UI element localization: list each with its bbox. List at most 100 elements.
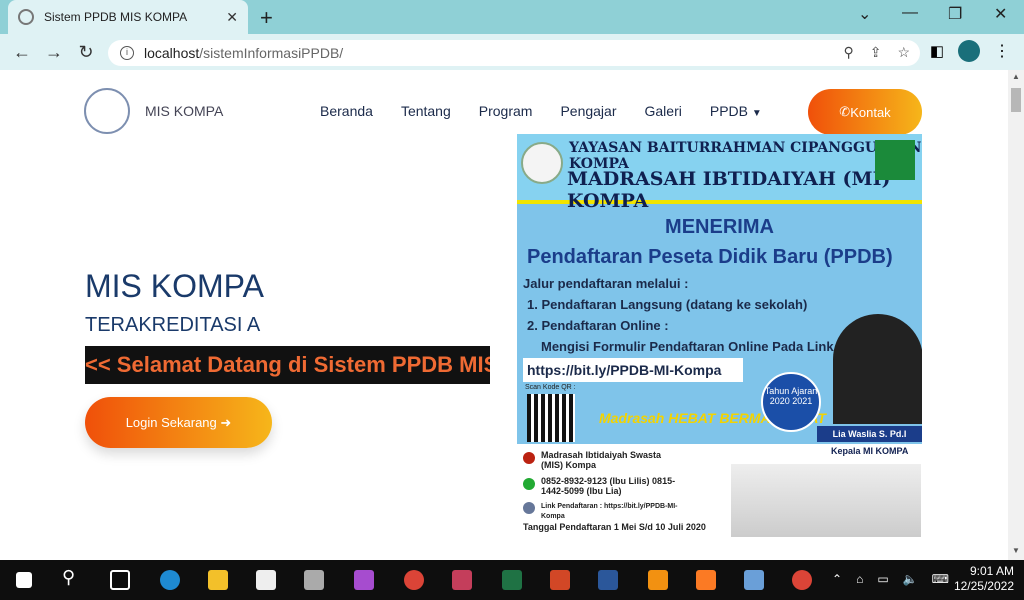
poster-opt2: 2. Pendaftaran Online : <box>527 318 669 333</box>
poster-scan: Scan Kode QR : <box>525 384 576 391</box>
excel-icon[interactable] <box>502 570 522 590</box>
poster-phone: 0852-8932-9123 (Ibu Lilis) 0815-1442-509… <box>541 476 676 496</box>
tray-chevron-icon[interactable]: ⌃ <box>832 572 842 586</box>
yayasan-logo-icon <box>521 142 563 184</box>
windows-taskbar: ⚲ ⌃ ⌂ ▭ 🔈 ⌨ 9:01 AM 12/25/2022 <box>0 560 1024 600</box>
poster-kepala: Kepala MI KOMPA <box>831 446 909 456</box>
tab-title: Sistem PPDB MIS KOMPA <box>44 10 188 24</box>
nav-item-ppdb-label: PPDB <box>709 103 748 119</box>
caret-down-icon: ▼ <box>751 108 762 119</box>
system-tray: ⌃ ⌂ ▭ 🔈 ⌨ <box>832 572 949 586</box>
url-path: /sistemInformasiPPDB/ <box>199 45 344 61</box>
battery-icon[interactable]: ▭ <box>877 572 888 586</box>
chrome-icon[interactable] <box>404 570 424 590</box>
phone-icon: ✆ <box>839 104 851 119</box>
kemenag-logo-icon <box>875 140 915 180</box>
location-icon <box>523 452 535 464</box>
contact-button[interactable]: ✆ Kontak <box>808 89 922 135</box>
ppdb-poster: YAYASAN BAITURRAHMAN CIPANGGULAAN KOMPA … <box>517 134 922 537</box>
poster-menerima: MENERIMA <box>665 216 774 238</box>
nav-item-ppdb[interactable]: PPDB ▼ <box>710 103 762 119</box>
word-icon[interactable] <box>598 570 618 590</box>
access-icon[interactable] <box>452 570 472 590</box>
poster-link-label: Link Pendaftaran : https://bit.ly/PPDB-M… <box>541 503 678 520</box>
forward-icon[interactable]: → <box>38 42 70 63</box>
clock-time: 9:01 AM <box>969 564 1014 578</box>
winrar-icon[interactable] <box>354 570 374 590</box>
poster-jalur: Jalur pendaftaran melalui : <box>523 276 689 291</box>
sublime-icon[interactable] <box>648 570 668 590</box>
contact-label: Kontak <box>850 104 891 120</box>
poster-opt2b: Mengisi Formulir Pendaftaran Online Pada… <box>541 339 842 354</box>
minimize-icon[interactable]: — <box>902 4 918 22</box>
windows-start-icon[interactable] <box>16 572 32 588</box>
network-icon[interactable]: ⌂ <box>856 572 863 586</box>
address-bar[interactable]: i localhost/sistemInformasiPPDB/ ⚲ ⇪ ☆ <box>108 40 920 66</box>
store-icon[interactable] <box>256 570 276 590</box>
browser-titlebar: Sistem PPDB MIS KOMPA ✕ + ⌄ — ❐ ✕ <box>0 0 1024 34</box>
url-host: localhost <box>144 45 200 61</box>
nav-item-program[interactable]: Program <box>479 103 533 119</box>
profile-avatar[interactable] <box>958 40 980 62</box>
new-tab-icon[interactable]: + <box>260 5 273 31</box>
zoom-icon[interactable]: ⚲ <box>843 44 853 61</box>
poster-madrasah: Madrasah Ibtidaiyah Swasta (MIS) Kompa <box>541 450 662 470</box>
page-scrollbar[interactable]: ▲ ▼ <box>1008 70 1024 560</box>
browser-tab[interactable]: Sistem PPDB MIS KOMPA ✕ <box>8 0 248 34</box>
chevron-down-icon[interactable]: ⌄ <box>858 4 871 24</box>
poster-person-name: Lia Waslia S. Pd.I <box>817 426 922 442</box>
app-icon[interactable] <box>304 570 324 590</box>
sidepanel-icon[interactable]: ◧ <box>930 42 944 60</box>
welcome-marquee: << Selamat Datang di Sistem PPDB MIS <box>85 346 490 384</box>
keyboard-icon[interactable]: ⌨ <box>932 572 949 586</box>
login-label: Login Sekarang <box>125 415 217 430</box>
poster-tahun: Tahun Ajaran 2020 2021 <box>761 372 821 432</box>
chrome-active-icon[interactable] <box>792 570 812 590</box>
paint-icon[interactable] <box>744 570 764 590</box>
login-button[interactable]: Login Sekarang ➜ <box>85 397 272 448</box>
powerpoint-icon[interactable] <box>550 570 570 590</box>
clock-date: 12/25/2022 <box>953 579 1014 593</box>
site-info-icon[interactable]: i <box>120 46 134 60</box>
close-tab-icon[interactable]: ✕ <box>226 9 238 26</box>
poster-school: MADRASAH IBTIDAIYAH (MI) KOMPA <box>567 168 891 212</box>
edge-icon[interactable] <box>160 570 180 590</box>
scroll-thumb[interactable] <box>1011 88 1021 112</box>
menu-kebab-icon[interactable]: ⋮ <box>994 41 1010 61</box>
search-icon[interactable]: ⚲ <box>62 567 82 587</box>
reload-icon[interactable]: ↻ <box>70 42 102 63</box>
main-nav: Beranda Tentang Program Pengajar Galeri … <box>320 103 762 119</box>
volume-icon[interactable]: 🔈 <box>903 572 918 586</box>
nav-item-beranda[interactable]: Beranda <box>320 103 373 119</box>
web-page: MIS KOMPA Beranda Tentang Program Pengaj… <box>0 70 1008 560</box>
poster-header: YAYASAN BAITURRAHMAN CIPANGGULAAN KOMPA … <box>517 134 922 212</box>
qr-code <box>527 394 575 442</box>
scroll-down-icon[interactable]: ▼ <box>1012 546 1020 555</box>
task-view-icon[interactable] <box>110 570 130 590</box>
hero-subtitle: TERAKREDITASI A <box>85 314 261 336</box>
xampp-icon[interactable] <box>696 570 716 590</box>
school-logo[interactable] <box>84 88 130 134</box>
share-icon[interactable]: ⇪ <box>870 44 882 61</box>
poster-tanggal: Tanggal Pendaftaran 1 Mei S/d 10 Juli 20… <box>523 522 706 532</box>
close-window-icon[interactable]: ✕ <box>994 4 1007 24</box>
web-icon <box>523 502 535 514</box>
back-icon[interactable]: ← <box>6 42 38 63</box>
clock[interactable]: 9:01 AM 12/25/2022 <box>954 564 1014 594</box>
teachers-group-photo <box>731 464 921 537</box>
teacher-photo <box>833 314 922 424</box>
brand-name[interactable]: MIS KOMPA <box>145 103 223 119</box>
whatsapp-icon <box>523 478 535 490</box>
nav-item-tentang[interactable]: Tentang <box>401 103 451 119</box>
restore-icon[interactable]: ❐ <box>948 4 962 24</box>
poster-link: https://bit.ly/PPDB-MI-Kompa <box>523 358 743 382</box>
nav-item-galeri[interactable]: Galeri <box>645 103 682 119</box>
sign-in-icon: ➜ <box>220 414 232 430</box>
poster-footer: Kepala MI KOMPA Madrasah Ibtidaiyah Swas… <box>517 444 922 537</box>
scroll-up-icon[interactable]: ▲ <box>1012 72 1020 81</box>
bookmark-star-icon[interactable]: ☆ <box>897 44 910 61</box>
nav-item-pengajar[interactable]: Pengajar <box>560 103 616 119</box>
file-explorer-icon[interactable] <box>208 570 228 590</box>
hero-title: MIS KOMPA <box>85 268 264 304</box>
poster-opt1: 1. Pendaftaran Langsung (datang ke sekol… <box>527 297 808 312</box>
